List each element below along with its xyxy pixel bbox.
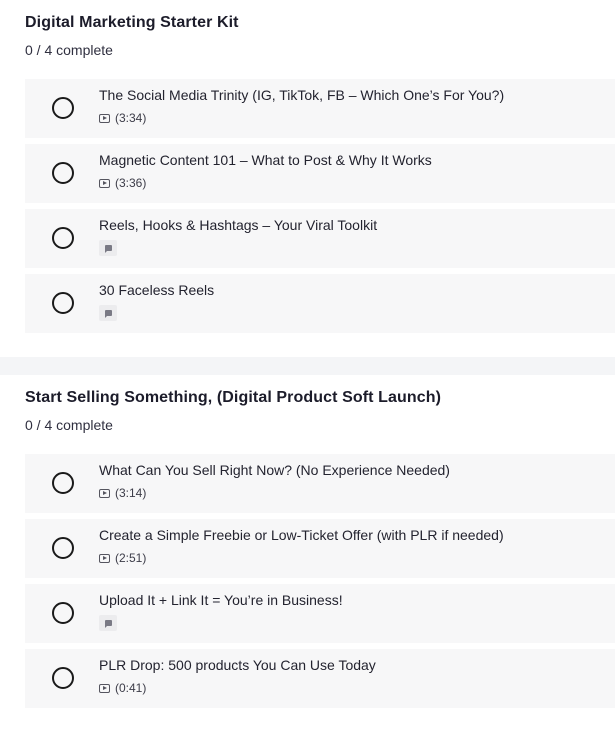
lesson-meta: (0:41) — [99, 679, 615, 697]
incomplete-circle-icon[interactable] — [52, 537, 74, 559]
video-icon — [99, 683, 110, 693]
lesson-item[interactable]: PLR Drop: 500 products You Can Use Today… — [25, 649, 615, 708]
incomplete-circle-icon[interactable] — [52, 667, 74, 689]
lesson-title[interactable]: Upload It + Link It = You’re in Business… — [99, 591, 615, 609]
video-icon — [99, 553, 110, 563]
lesson-title[interactable]: What Can You Sell Right Now? (No Experie… — [99, 461, 615, 479]
lesson-duration: (2:51) — [115, 551, 147, 565]
lesson-title[interactable]: Magnetic Content 101 – What to Post & Wh… — [99, 151, 615, 169]
video-icon — [99, 178, 110, 188]
lesson-item[interactable]: The Social Media Trinity (IG, TikTok, FB… — [25, 79, 615, 138]
lesson-duration: (3:14) — [115, 486, 147, 500]
lesson-duration: (3:34) — [115, 111, 147, 125]
lesson-meta — [99, 614, 615, 632]
lesson-meta: (3:36) — [99, 174, 615, 192]
incomplete-circle-icon[interactable] — [52, 602, 74, 624]
lesson-item[interactable]: Create a Simple Freebie or Low-Ticket Of… — [25, 519, 615, 578]
lesson-duration: (3:36) — [115, 176, 147, 190]
course-outline: Digital Marketing Starter Kit 0 / 4 comp… — [0, 0, 615, 732]
text-lesson-badge — [99, 240, 117, 256]
lesson-item[interactable]: 30 Faceless Reels — [25, 274, 615, 333]
lesson-meta: (3:14) — [99, 484, 615, 502]
lesson-duration: (0:41) — [115, 681, 147, 695]
text-lesson-icon — [104, 245, 112, 253]
lesson-title[interactable]: 30 Faceless Reels — [99, 281, 615, 299]
incomplete-circle-icon[interactable] — [52, 162, 74, 184]
section-digital-marketing-starter-kit: Digital Marketing Starter Kit 0 / 4 comp… — [0, 0, 615, 357]
video-icon — [99, 113, 110, 123]
section-title: Start Selling Something, (Digital Produc… — [25, 389, 442, 406]
lesson-item[interactable]: Upload It + Link It = You’re in Business… — [25, 584, 615, 643]
lesson-title[interactable]: Reels, Hooks & Hashtags – Your Viral Too… — [99, 216, 615, 234]
text-lesson-badge — [99, 305, 117, 321]
section-divider — [0, 357, 615, 375]
lesson-list: The Social Media Trinity (IG, TikTok, FB… — [25, 79, 615, 333]
incomplete-circle-icon[interactable] — [52, 97, 74, 119]
lesson-title[interactable]: Create a Simple Freebie or Low-Ticket Of… — [99, 526, 615, 544]
text-lesson-badge — [99, 615, 117, 631]
lesson-list: What Can You Sell Right Now? (No Experie… — [25, 454, 615, 708]
lesson-meta — [99, 304, 615, 322]
incomplete-circle-icon[interactable] — [52, 227, 74, 249]
section-start-selling-something: Start Selling Something, (Digital Produc… — [0, 375, 615, 732]
lesson-meta — [99, 239, 615, 257]
lesson-item[interactable]: What Can You Sell Right Now? (No Experie… — [25, 454, 615, 513]
lesson-meta: (3:34) — [99, 109, 615, 127]
section-progress: 0 / 4 complete — [25, 417, 113, 433]
lesson-title[interactable]: The Social Media Trinity (IG, TikTok, FB… — [99, 86, 615, 104]
text-lesson-icon — [104, 310, 112, 318]
incomplete-circle-icon[interactable] — [52, 472, 74, 494]
text-lesson-icon — [104, 620, 112, 628]
incomplete-circle-icon[interactable] — [52, 292, 74, 314]
lesson-meta: (2:51) — [99, 549, 615, 567]
lesson-item[interactable]: Magnetic Content 101 – What to Post & Wh… — [25, 144, 615, 203]
video-icon — [99, 488, 110, 498]
lesson-title[interactable]: PLR Drop: 500 products You Can Use Today — [99, 656, 615, 674]
lesson-item[interactable]: Reels, Hooks & Hashtags – Your Viral Too… — [25, 209, 615, 268]
section-progress: 0 / 4 complete — [25, 42, 113, 58]
section-title: Digital Marketing Starter Kit — [25, 14, 239, 31]
